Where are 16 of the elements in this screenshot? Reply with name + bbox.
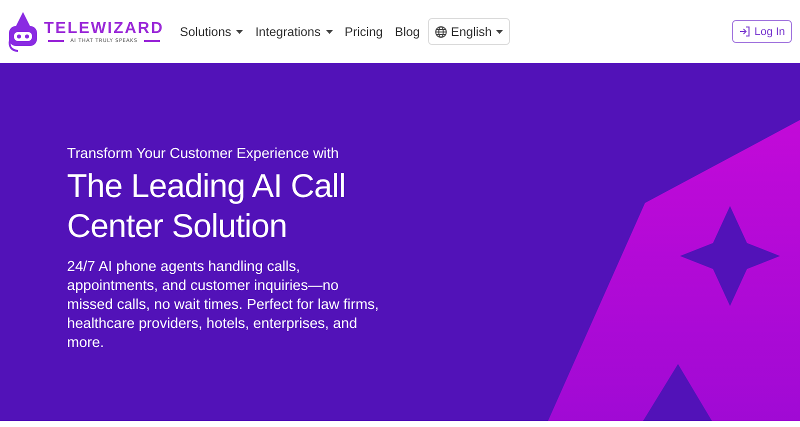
caret-icon <box>496 30 503 34</box>
caret-icon <box>326 30 333 34</box>
nav-link[interactable]: Integrations <box>251 18 337 44</box>
logo-wordmark: TELEWIZARD <box>44 20 164 38</box>
hero-description: 24/7 AI phone agents handling calls, appointments, and customer inquiries—no missed calls, no wait times. Perfect for law firms, healthcare providers, hotels, enterprises, and more. <box>67 258 380 353</box>
login-icon <box>739 26 750 37</box>
hero-title: The Leading AI Call Center Solution <box>67 166 347 246</box>
nav-link[interactable]: Solutions <box>176 18 248 44</box>
hero-eyebrow: Transform Your Customer Experience with <box>67 146 340 162</box>
caret-icon <box>236 30 244 34</box>
robot-wizard-icon <box>6 10 40 54</box>
nav-link[interactable]: Pricing <box>340 18 387 44</box>
login-button[interactable]: Log In <box>732 20 792 43</box>
language-dropdown[interactable]: English <box>428 18 510 45</box>
nav-link[interactable]: Blog <box>390 18 424 44</box>
globe-icon <box>434 26 447 38</box>
